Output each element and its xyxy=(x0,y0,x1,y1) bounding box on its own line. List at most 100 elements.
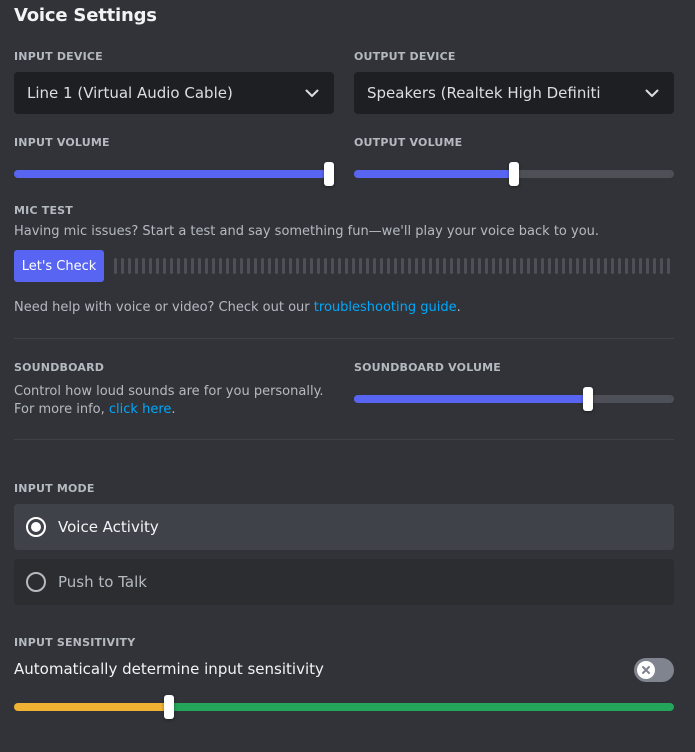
input-mode-label: INPUT MODE xyxy=(14,482,95,495)
mic-level-bar xyxy=(450,258,453,274)
mic-level-bar xyxy=(471,258,474,274)
mic-level-bar xyxy=(191,258,194,274)
sensitivity-high-segment xyxy=(169,703,674,711)
mic-level-bar xyxy=(366,258,369,274)
input-device-value: Line 1 (Virtual Audio Cable) xyxy=(27,84,233,102)
input-mode-option-label: Voice Activity xyxy=(58,518,159,536)
mic-level-bar xyxy=(646,258,649,274)
output-volume-slider[interactable] xyxy=(354,162,674,186)
mic-level-bar xyxy=(310,258,313,274)
soundboard-label: SOUNDBOARD xyxy=(14,361,105,374)
help-text-prefix: Need help with voice or video? Check out… xyxy=(14,300,314,315)
mic-level-bar xyxy=(436,258,439,274)
mic-level-bar xyxy=(219,258,222,274)
mic-level-bar xyxy=(142,258,145,274)
slider-fill xyxy=(354,395,588,403)
slider-fill xyxy=(354,170,514,178)
mic-level-bar xyxy=(184,258,187,274)
mic-level-bar xyxy=(226,258,229,274)
close-icon xyxy=(641,665,651,675)
lets-check-button[interactable]: Let's Check xyxy=(14,250,104,282)
mic-level-bar xyxy=(527,258,530,274)
mic-level-bar xyxy=(149,258,152,274)
slider-handle[interactable] xyxy=(164,695,174,719)
slider-handle[interactable] xyxy=(583,387,593,411)
mic-level-bar xyxy=(359,258,362,274)
mic-level-bar xyxy=(282,258,285,274)
mic-level-bar xyxy=(422,258,425,274)
input-sensitivity-slider[interactable] xyxy=(14,695,674,719)
slider-handle[interactable] xyxy=(509,162,519,186)
mic-level-bar xyxy=(443,258,446,274)
mic-level-bar xyxy=(289,258,292,274)
mic-level-bar xyxy=(317,258,320,274)
mic-level-bar xyxy=(128,258,131,274)
slider-handle[interactable] xyxy=(324,162,334,186)
mic-level-bar xyxy=(135,258,138,274)
help-text: Need help with voice or video? Check out… xyxy=(14,299,674,317)
mic-level-bar xyxy=(632,258,635,274)
radio-dot xyxy=(31,522,41,532)
toggle-knob xyxy=(637,661,655,679)
mic-level-bar xyxy=(534,258,537,274)
sensitivity-low-segment xyxy=(14,703,169,711)
mic-level-bar xyxy=(485,258,488,274)
mic-level-bar xyxy=(520,258,523,274)
auto-sensitivity-toggle[interactable] xyxy=(634,658,674,682)
chevron-down-icon xyxy=(302,83,322,103)
soundboard-volume-label: SOUNDBOARD VOLUME xyxy=(354,361,502,374)
mic-level-bar xyxy=(275,258,278,274)
mic-level-bar xyxy=(261,258,264,274)
mic-level-bar xyxy=(597,258,600,274)
mic-level-bar xyxy=(387,258,390,274)
mic-level-bar xyxy=(401,258,404,274)
mic-level-bar xyxy=(170,258,173,274)
mic-level-bar xyxy=(492,258,495,274)
mic-level-bar xyxy=(254,258,257,274)
input-volume-label: INPUT VOLUME xyxy=(14,136,110,149)
output-device-select[interactable]: Speakers (Realtek High Definiti xyxy=(354,72,674,114)
soundboard-description-suffix: . xyxy=(171,402,176,417)
mic-level-bar xyxy=(373,258,376,274)
mic-level-bar xyxy=(667,258,670,274)
mic-level-bar xyxy=(506,258,509,274)
input-mode-option-push-to-talk[interactable]: Push to Talk xyxy=(14,559,674,605)
chevron-down-icon xyxy=(642,83,662,103)
help-text-suffix: . xyxy=(456,300,461,315)
mic-level-bar xyxy=(240,258,243,274)
mic-level-bar xyxy=(478,258,481,274)
soundboard-volume-slider[interactable] xyxy=(354,387,674,411)
mic-level-bar xyxy=(562,258,565,274)
mic-level-bar xyxy=(464,258,467,274)
mic-level-bar xyxy=(541,258,544,274)
input-mode-option-voice-activity[interactable]: Voice Activity xyxy=(14,504,674,550)
mic-level-bar xyxy=(639,258,642,274)
mic-level-bar xyxy=(163,258,166,274)
troubleshooting-guide-link[interactable]: troubleshooting guide xyxy=(314,300,457,315)
mic-level-bar xyxy=(611,258,614,274)
mic-level-bar xyxy=(569,258,572,274)
mic-level-bar xyxy=(499,258,502,274)
mic-level-bar xyxy=(660,258,663,274)
mic-level-bar xyxy=(583,258,586,274)
divider xyxy=(14,338,674,339)
mic-level-bar xyxy=(618,258,621,274)
mic-level-bar xyxy=(457,258,460,274)
input-volume-slider[interactable] xyxy=(14,162,334,186)
mic-level-bar xyxy=(625,258,628,274)
mic-level-bar xyxy=(114,258,117,274)
mic-level-bar xyxy=(604,258,607,274)
mic-level-bar xyxy=(394,258,397,274)
mic-level-bar xyxy=(576,258,579,274)
mic-level-bar xyxy=(205,258,208,274)
mic-test-label: MIC TEST xyxy=(14,204,73,217)
mic-level-bar xyxy=(653,258,656,274)
mic-level-bar xyxy=(198,258,201,274)
output-device-label: OUTPUT DEVICE xyxy=(354,50,456,63)
mic-level-bar xyxy=(513,258,516,274)
mic-level-bar xyxy=(590,258,593,274)
input-device-select[interactable]: Line 1 (Virtual Audio Cable) xyxy=(14,72,334,114)
mic-test-description: Having mic issues? Start a test and say … xyxy=(14,224,600,239)
click-here-link[interactable]: click here xyxy=(109,402,171,417)
radio-selected-icon xyxy=(26,517,46,537)
